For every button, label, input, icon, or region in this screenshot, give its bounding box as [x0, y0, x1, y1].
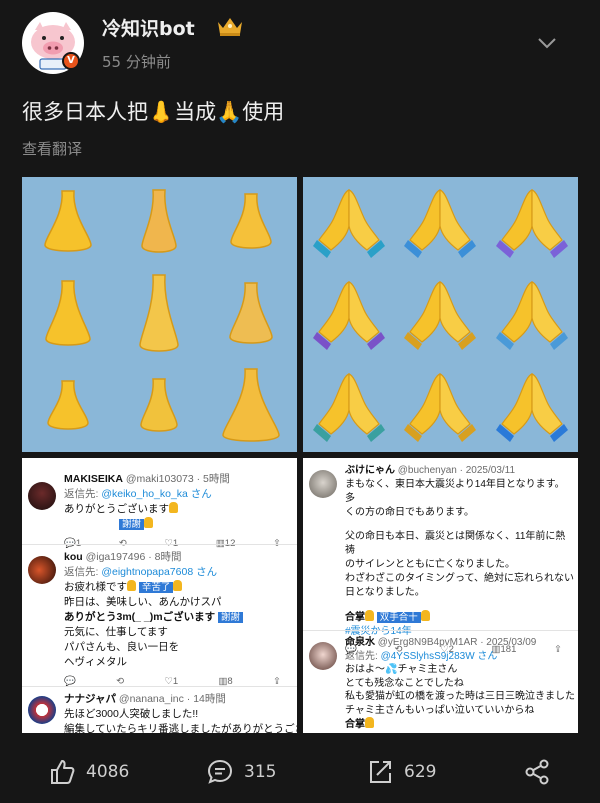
nose-emoji-icon	[140, 377, 179, 432]
avatar	[28, 556, 56, 584]
share-button[interactable]: 629	[366, 758, 436, 786]
avatar	[309, 470, 337, 498]
praying-hands-emoji-icon	[312, 372, 385, 442]
tweet-handle: @maki103073 · 5時間	[125, 473, 230, 485]
nose-emoji-icon	[139, 274, 180, 352]
nose-emoji-icon	[222, 367, 280, 442]
praying-hands-emoji-icon	[312, 281, 385, 350]
comment-icon	[207, 759, 233, 784]
praying-hands-emoji-icon	[404, 189, 477, 259]
praying-hands-emoji-icon	[404, 281, 477, 350]
more-share-button[interactable]	[524, 758, 562, 786]
nose-emoji-icon	[141, 189, 178, 254]
praying-hands-emoji-icon	[312, 189, 385, 259]
nose-emoji-icon	[45, 280, 91, 346]
share-icon	[370, 761, 391, 783]
avatar	[28, 696, 56, 724]
pray-emoji-grid	[303, 177, 578, 452]
post-time: 55 分钟前	[102, 53, 171, 71]
avatar	[309, 642, 337, 670]
nose-emoji-grid	[22, 177, 297, 452]
praying-hands-emoji-icon	[496, 372, 569, 442]
comment-button[interactable]: 315	[206, 758, 276, 786]
image-tweets-left[interactable]: MAKISEIKA @maki103073 · 5時間 返信先: @keiko_…	[22, 458, 297, 733]
nose-emoji-icon	[44, 190, 92, 253]
action-bar: 4086 315 629	[0, 740, 600, 803]
like-button[interactable]: 4086	[48, 758, 129, 786]
tweet-author: MAKISEIKA	[64, 473, 123, 485]
crown-icon	[218, 18, 242, 36]
nose-emoji-icon	[230, 193, 272, 250]
translation-highlight: 謝謝	[119, 519, 145, 530]
translate-link[interactable]: 查看翻译	[22, 138, 82, 159]
avatar	[28, 482, 56, 510]
network-share-icon	[525, 759, 549, 785]
image-tweets-right[interactable]: ぶけにゃん @buchenyan · 2025/03/11 まもなく、東日本大震…	[303, 458, 578, 733]
verified-badge-icon: V	[62, 52, 80, 70]
reply-to: 返信先: @keiko_ho_ko_ka さん	[64, 488, 212, 500]
thumbs-up-icon	[51, 760, 75, 784]
chevron-down-icon[interactable]	[536, 36, 558, 50]
nose-emoji-icon	[47, 379, 89, 430]
username[interactable]: 冷知识bot	[102, 14, 195, 41]
praying-hands-emoji-icon	[496, 189, 569, 259]
post-text: 很多日本人把👃当成🙏使用	[22, 100, 285, 124]
praying-hands-emoji-icon	[496, 281, 569, 350]
share-count: 629	[404, 762, 437, 782]
post-header: V 冷知识bot 55 分钟前	[0, 0, 600, 90]
comment-count: 315	[244, 762, 277, 782]
like-count: 4086	[86, 762, 130, 782]
praying-hands-emoji-icon	[404, 372, 477, 442]
tweet-text: ありがとうございます	[64, 502, 293, 517]
image-noses[interactable]	[22, 177, 297, 452]
image-praying-hands[interactable]	[303, 177, 578, 452]
nose-emoji-icon	[229, 282, 273, 344]
